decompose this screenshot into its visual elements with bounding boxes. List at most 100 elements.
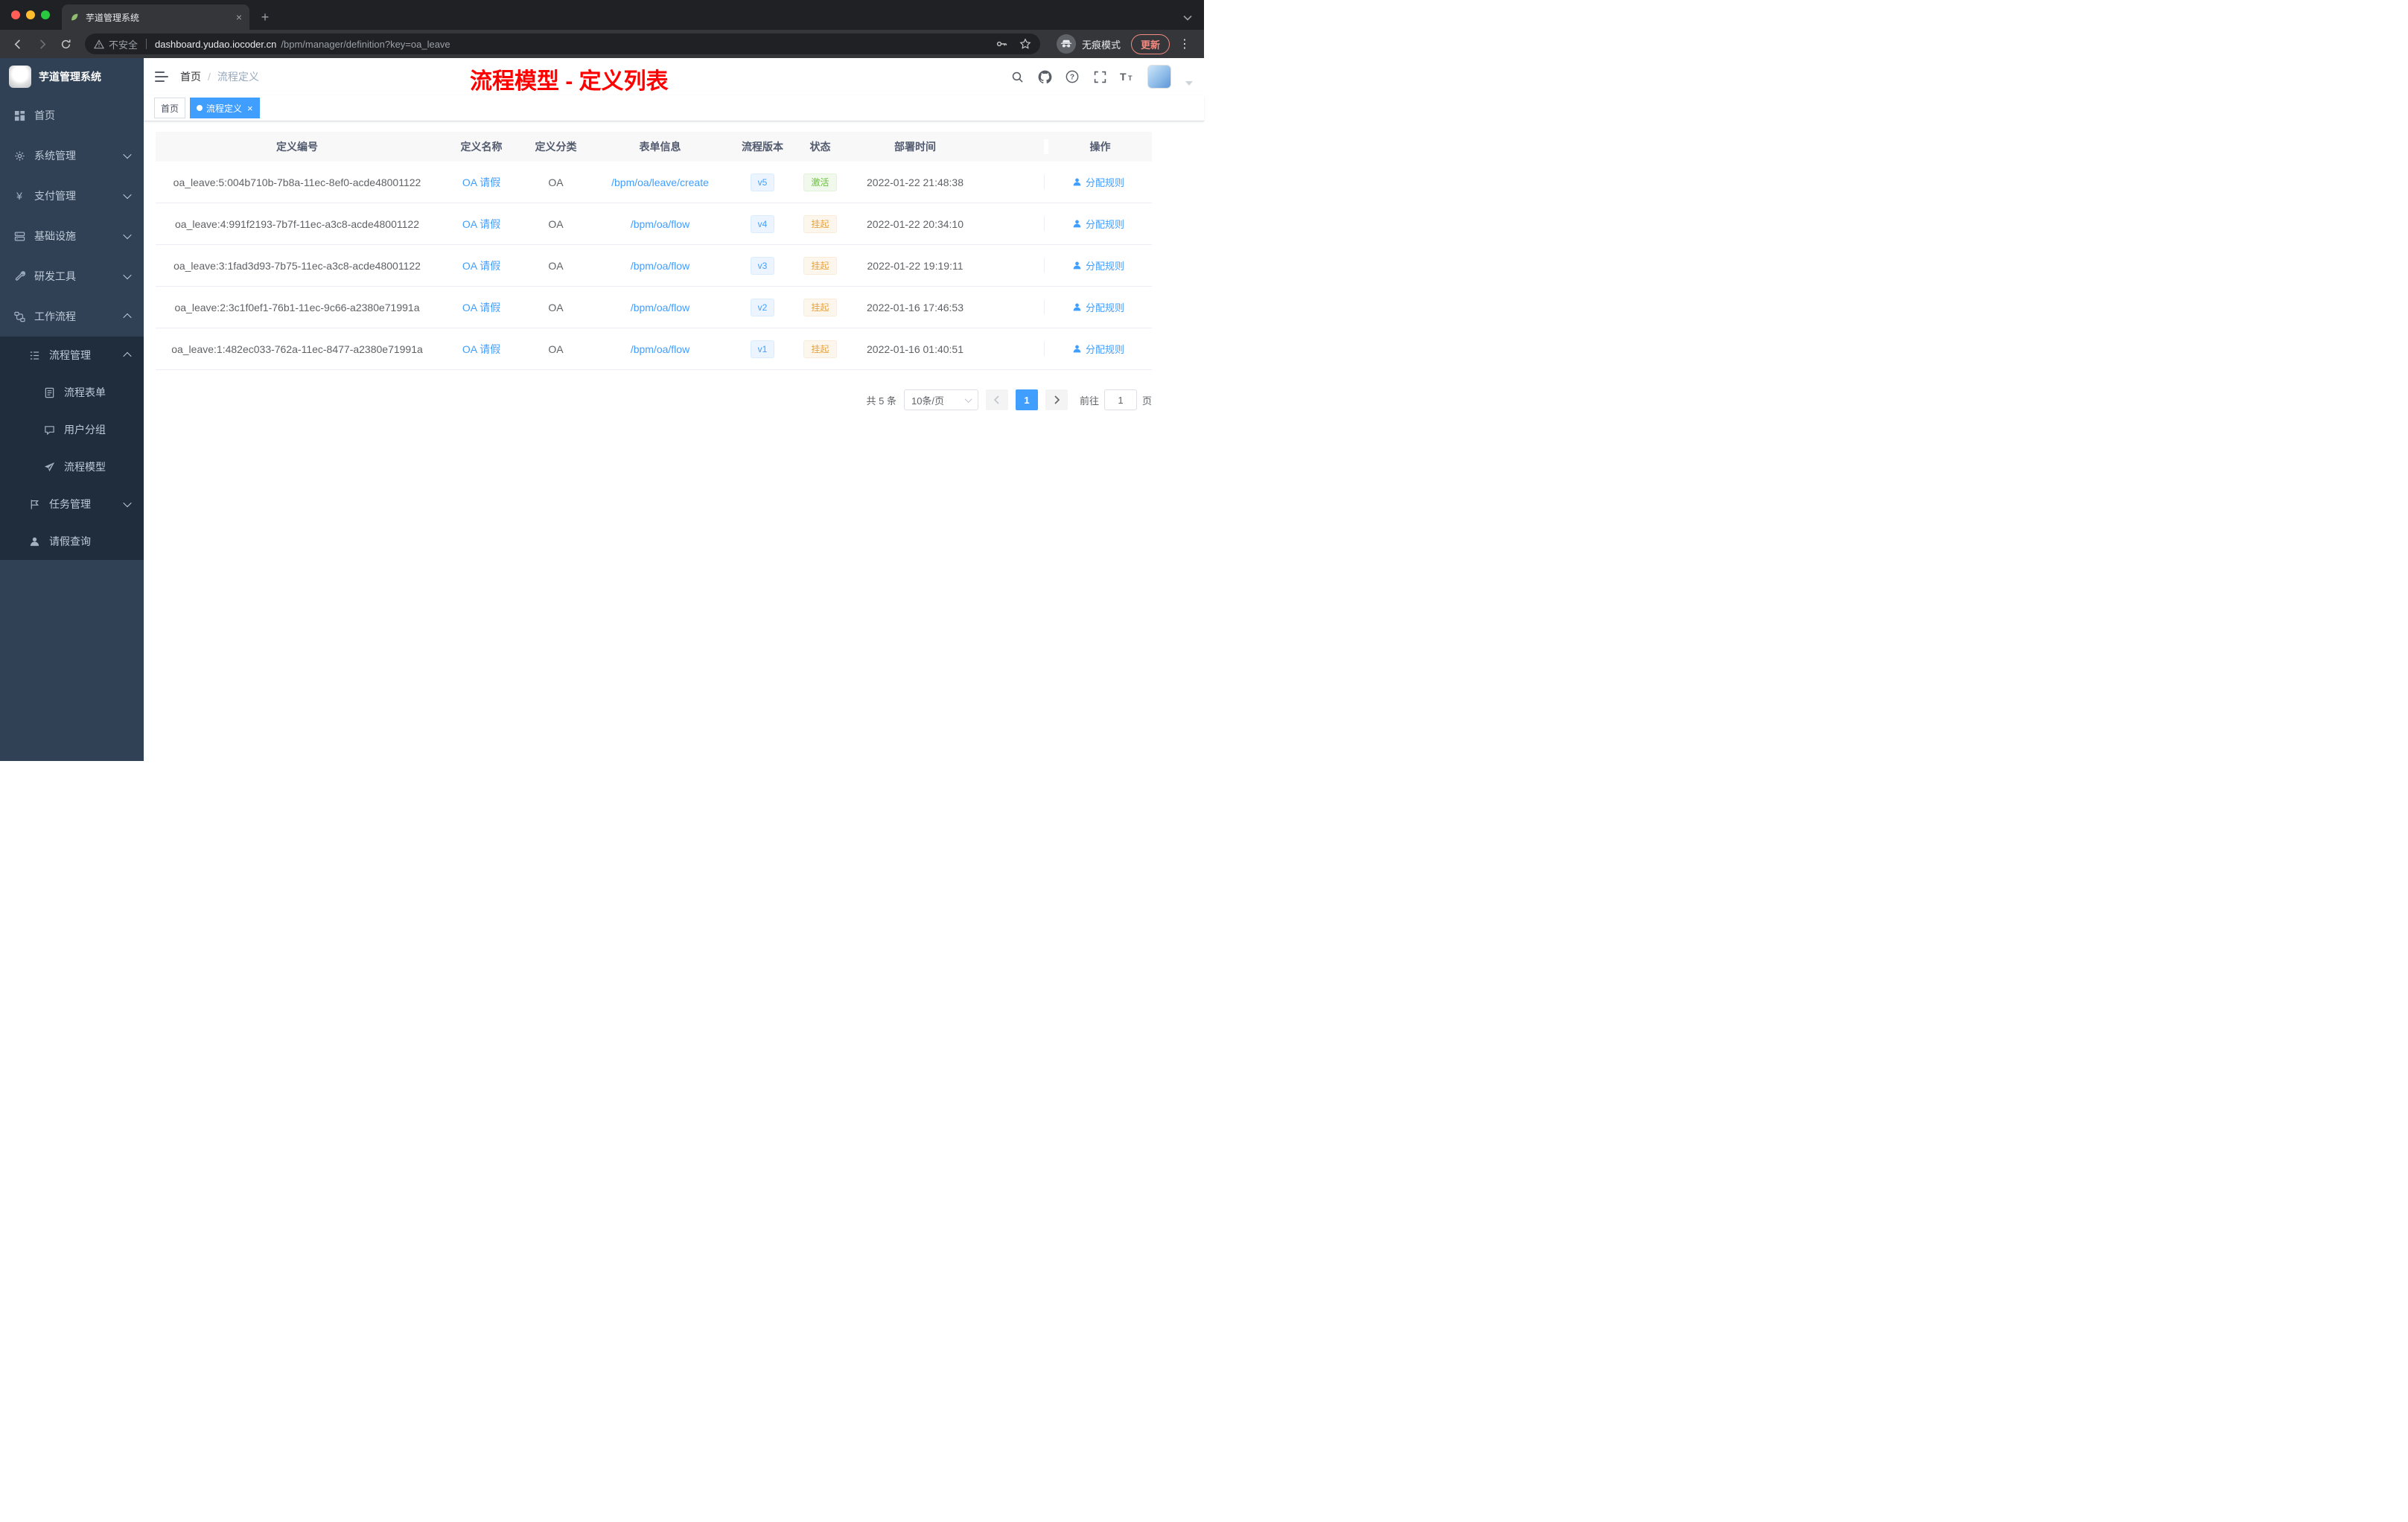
help-icon[interactable]: ? — [1065, 69, 1080, 84]
prev-page-button[interactable] — [985, 389, 1008, 410]
workflow-icon — [13, 311, 25, 322]
forward-button[interactable] — [31, 34, 52, 54]
assign-rule-link[interactable]: 分配规则 — [1072, 342, 1124, 356]
tab-title: 芋道管理系统 — [86, 12, 140, 23]
table-row: oa_leave:2:3c1f0ef1-76b1-11ec-9c66-a2380… — [156, 287, 1152, 328]
assign-rule-label: 分配规则 — [1085, 219, 1124, 230]
new-tab-button[interactable]: + — [255, 7, 275, 27]
user-icon — [1072, 302, 1082, 312]
dashboard-icon — [13, 109, 25, 121]
chevron-down-icon — [123, 270, 132, 280]
reload-button[interactable] — [55, 34, 76, 54]
omnibox-divider — [146, 39, 147, 49]
chevron-down-icon — [123, 230, 132, 240]
font-size-icon[interactable]: TT — [1120, 69, 1135, 84]
flag-icon — [28, 498, 40, 510]
browser-menu-kebab-icon[interactable]: ⋮ — [1173, 36, 1197, 51]
window-zoom-button[interactable] — [41, 10, 50, 19]
form-link[interactable]: /bpm/oa/flow — [631, 218, 689, 230]
sidebar-item-system[interactable]: 系统管理 — [0, 136, 144, 176]
sidebar-item-process-form[interactable]: 流程表单 — [0, 374, 144, 411]
page-size-select[interactable]: 10条/页 — [903, 389, 978, 410]
sidebar-item-infrastructure[interactable]: 基础设施 — [0, 216, 144, 256]
sidebar-item-process-management[interactable]: 流程管理 — [0, 337, 144, 374]
definition-name-link[interactable]: OA 请假 — [462, 302, 500, 313]
sidebar-item-devtools[interactable]: 研发工具 — [0, 256, 144, 296]
site-security-warning[interactable]: 不安全 — [94, 37, 138, 51]
sidebar-item-task-management[interactable]: 任务管理 — [0, 485, 144, 523]
cell-category: OA — [548, 343, 564, 355]
sidebar-item-workflow[interactable]: 工作流程 — [0, 296, 144, 337]
browser-toolbar: 不安全 dashboard.yudao.iocoder.cn/bpm/manag… — [0, 30, 1204, 58]
fullscreen-icon[interactable] — [1092, 69, 1107, 84]
password-key-icon[interactable] — [996, 38, 1007, 50]
version-tag: v1 — [750, 340, 775, 358]
cell-deploy-time: 2022-01-16 01:40:51 — [867, 343, 963, 355]
incognito-icon — [1056, 34, 1076, 54]
update-button[interactable]: 更新 — [1130, 34, 1170, 54]
page-number-current[interactable]: 1 — [1015, 389, 1038, 410]
browser-tab[interactable]: 芋道管理系统 × — [62, 4, 249, 30]
header-deploy-time: 部署时间 — [894, 141, 936, 153]
form-icon — [43, 386, 55, 398]
cell-category: OA — [548, 259, 564, 272]
window-controls — [0, 0, 59, 30]
cell-definition-id: oa_leave:2:3c1f0ef1-76b1-11ec-9c66-a2380… — [174, 301, 420, 313]
sidebar: 芋道管理系统 首页 系统管理 ¥ 支付管理 基础设施 研发工具 工作流程 流程管… — [0, 58, 144, 761]
send-icon — [43, 461, 55, 473]
sidebar-item-home[interactable]: 首页 — [0, 95, 144, 136]
table-row: oa_leave:5:004b710b-7b8a-11ec-8ef0-acde4… — [156, 162, 1152, 203]
assign-rule-link[interactable]: 分配规则 — [1072, 300, 1124, 314]
tab-search-chevron-icon[interactable] — [1183, 15, 1192, 21]
assign-rule-label: 分配规则 — [1085, 177, 1124, 188]
breadcrumb-current: 流程定义 — [217, 71, 259, 83]
definition-name-link[interactable]: OA 请假 — [462, 176, 500, 188]
avatar[interactable] — [1147, 65, 1171, 89]
url-path: /bpm/manager/definition?key=oa_leave — [281, 38, 450, 50]
assign-rule-link[interactable]: 分配规则 — [1072, 175, 1124, 189]
cell-definition-id: oa_leave:5:004b710b-7b8a-11ec-8ef0-acde4… — [173, 176, 421, 188]
cell-deploy-time: 2022-01-22 19:19:11 — [867, 259, 963, 272]
assign-rule-link[interactable]: 分配规则 — [1072, 258, 1124, 273]
github-icon[interactable] — [1037, 69, 1052, 84]
app-title: 芋道管理系统 — [39, 71, 101, 83]
sidebar-item-process-model[interactable]: 流程模型 — [0, 448, 144, 485]
version-tag: v5 — [750, 173, 775, 191]
search-icon[interactable] — [1010, 69, 1025, 84]
table-row: oa_leave:4:991f2193-7b7f-11ec-a3c8-acde4… — [156, 203, 1152, 245]
back-button[interactable] — [7, 34, 28, 54]
status-tag: 激活 — [803, 173, 837, 191]
sidebar-item-payment[interactable]: ¥ 支付管理 — [0, 176, 144, 216]
definition-name-link[interactable]: OA 请假 — [462, 218, 500, 230]
warning-triangle-icon — [94, 39, 104, 49]
menu-fold-icon[interactable] — [155, 71, 168, 83]
window-close-button[interactable] — [11, 10, 20, 19]
active-dot — [197, 105, 203, 111]
form-link[interactable]: /bpm/oa/flow — [631, 260, 689, 272]
form-link[interactable]: /bpm/oa/flow — [631, 343, 689, 355]
goto-page-input[interactable] — [1103, 389, 1137, 410]
user-icon — [1072, 177, 1082, 187]
form-link[interactable]: /bpm/oa/flow — [631, 302, 689, 313]
form-link[interactable]: /bpm/oa/leave/create — [611, 176, 709, 188]
next-page-button[interactable] — [1045, 389, 1068, 410]
window-minimize-button[interactable] — [26, 10, 35, 19]
sidebar-item-leave-query[interactable]: 请假查询 — [0, 523, 144, 560]
tag-process-definition[interactable]: 流程定义 × — [190, 98, 260, 118]
breadcrumb-home[interactable]: 首页 — [180, 69, 201, 84]
definition-name-link[interactable]: OA 请假 — [462, 260, 500, 272]
header-process-version: 流程版本 — [742, 141, 783, 153]
yen-icon: ¥ — [16, 190, 22, 202]
address-bar[interactable]: 不安全 dashboard.yudao.iocoder.cn/bpm/manag… — [85, 34, 1040, 54]
bookmark-star-icon[interactable] — [1019, 38, 1031, 50]
sidebar-item-user-group[interactable]: 用户分组 — [0, 411, 144, 448]
navbar: 首页 / 流程定义 ? TT — [144, 58, 1204, 95]
tag-home[interactable]: 首页 — [154, 98, 186, 118]
definition-name-link[interactable]: OA 请假 — [462, 343, 500, 355]
avatar-caret-icon[interactable] — [1185, 81, 1193, 86]
tab-close-icon[interactable]: × — [236, 12, 242, 22]
assign-rule-link[interactable]: 分配规则 — [1072, 217, 1124, 231]
chat-bubble-icon — [43, 424, 55, 436]
sidebar-logo[interactable]: 芋道管理系统 — [0, 58, 144, 95]
tag-close-icon[interactable]: × — [247, 104, 253, 113]
